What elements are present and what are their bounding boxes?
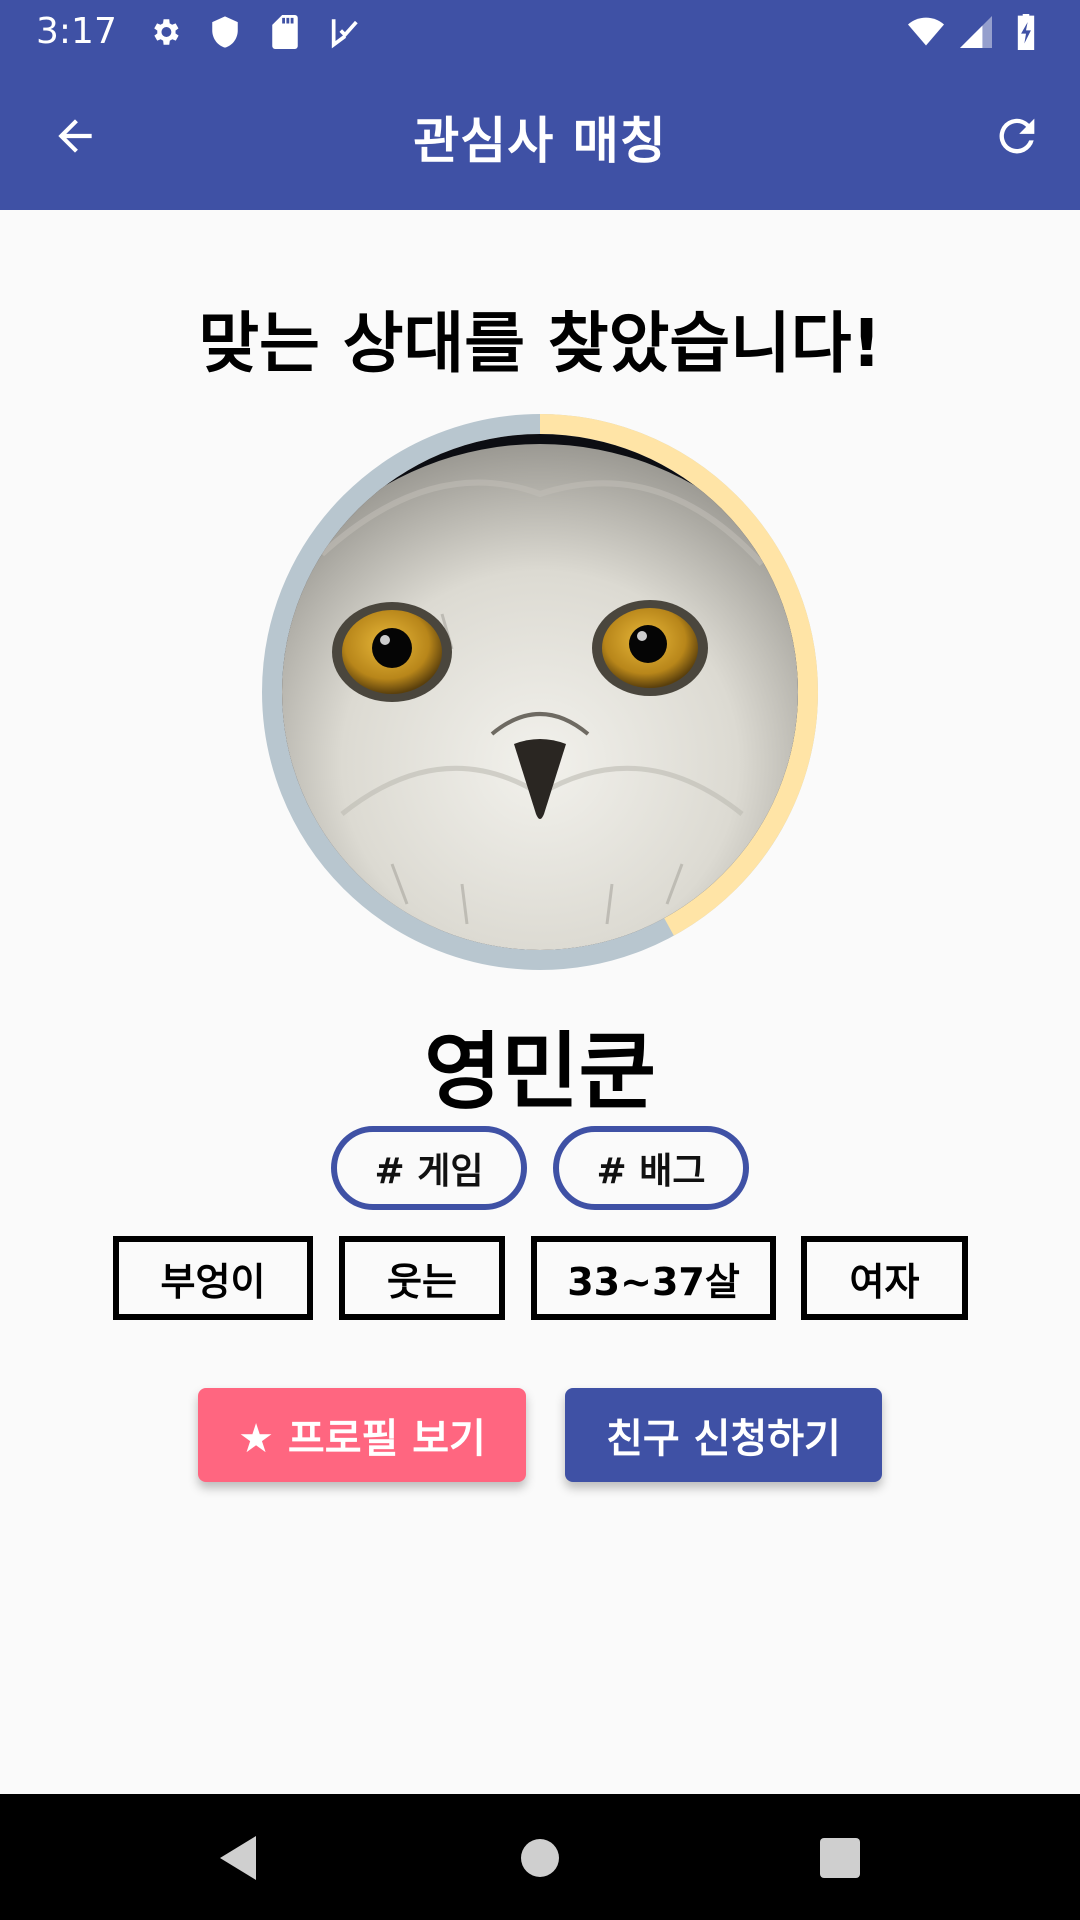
page-title: 관심사 매칭	[413, 111, 667, 170]
status-left-icons	[147, 14, 363, 50]
screen: 3:17 관심사 매칭 맞는 상대를 찾았습니다! 영민쿤 # 게임 # 배그 …	[0, 0, 1080, 1920]
user-name: 영민쿤	[424, 1023, 656, 1121]
nav-recents-icon[interactable]	[808, 1826, 872, 1890]
status-bar: 3:17	[0, 0, 1080, 63]
attribute-chip: 부엉이	[113, 1236, 313, 1320]
refresh-button[interactable]	[982, 101, 1052, 171]
attribute-chip: 여자	[801, 1236, 968, 1320]
friend-request-label: 친구 신청하기	[606, 1416, 841, 1462]
app-bar: 관심사 매칭	[0, 63, 1080, 210]
gear-icon	[147, 14, 183, 50]
attribute-chip: 33~37살	[531, 1236, 776, 1320]
back-button[interactable]	[40, 101, 110, 171]
interest-tag: # 게임	[331, 1126, 527, 1210]
interest-tag: # 배그	[553, 1126, 749, 1210]
avatar	[262, 414, 818, 970]
status-time: 3:17	[36, 11, 117, 52]
signal-icon	[958, 14, 994, 50]
owl-photo	[282, 434, 798, 950]
action-buttons: ★ 프로필 보기 친구 신청하기	[0, 1388, 1080, 1482]
shield-icon	[207, 14, 243, 50]
inbox-check-icon	[327, 14, 363, 50]
match-heading: 맞는 상대를 찾았습니다!	[198, 305, 882, 382]
friend-request-button[interactable]: 친구 신청하기	[565, 1388, 882, 1482]
wifi-icon	[908, 14, 944, 50]
interest-tags: # 게임 # 배그	[0, 1126, 1080, 1210]
nav-back-icon[interactable]	[208, 1826, 272, 1890]
sd-card-icon	[267, 14, 303, 50]
battery-charging-icon	[1008, 13, 1044, 50]
arrow-back-icon	[58, 119, 92, 153]
system-nav-bar	[0, 1794, 1080, 1920]
nav-home-icon[interactable]	[508, 1826, 572, 1890]
view-profile-button[interactable]: ★ 프로필 보기	[198, 1388, 526, 1482]
refresh-icon	[999, 118, 1035, 154]
attribute-chip: 웃는	[339, 1236, 505, 1320]
view-profile-label: ★ 프로필 보기	[238, 1416, 486, 1462]
status-right-icons	[908, 13, 1044, 50]
